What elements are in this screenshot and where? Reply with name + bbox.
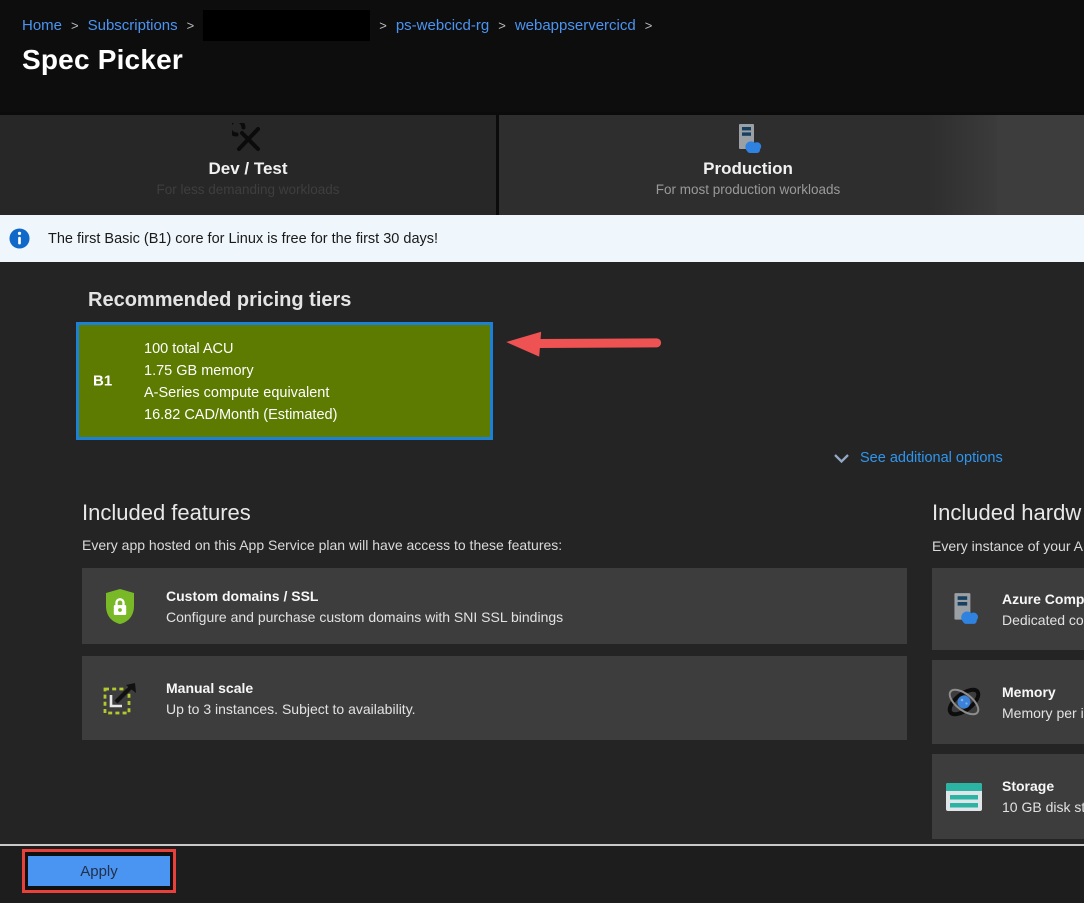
- see-additional-options-label: See additional options: [860, 450, 1003, 466]
- feature-description: Configure and purchase custom domains wi…: [166, 609, 563, 625]
- breadcrumb-redacted-subscription[interactable]: [203, 10, 370, 41]
- feature-card-custom-domains: Custom domains / SSL Configure and purch…: [82, 568, 907, 644]
- plan-category-tabs: Dev / Test For less demanding workloads …: [0, 112, 1084, 215]
- tab-production[interactable]: Production For most production workloads: [499, 115, 997, 215]
- tier-details: 100 total ACU 1.75 GB memory A-Series co…: [144, 338, 337, 426]
- portal-header: Home > Subscriptions > > ps-webcicd-rg >…: [0, 0, 1084, 112]
- feature-title: Custom domains / SSL: [166, 588, 563, 604]
- hardware-title: Storage: [1002, 778, 1084, 794]
- storage-disk-icon: [942, 782, 986, 812]
- info-icon: [9, 228, 30, 254]
- included-hardware-heading: Included hardw: [932, 500, 1081, 526]
- tab-partial-next[interactable]: [997, 115, 1084, 215]
- tab-label: Dev / Test: [208, 159, 287, 179]
- server-cloud-icon: [942, 592, 986, 626]
- hardware-description: 10 GB disk sto: [1002, 799, 1084, 815]
- recommended-tiers-heading: Recommended pricing tiers: [88, 289, 351, 312]
- breadcrumb: Home > Subscriptions > > ps-webcicd-rg >…: [22, 8, 652, 42]
- tier-detail-line: 100 total ACU: [144, 338, 337, 360]
- breadcrumb-resource-group[interactable]: ps-webcicd-rg: [396, 17, 489, 34]
- annotation-box: Apply: [22, 849, 176, 893]
- chevron-down-icon: [833, 453, 850, 464]
- spec-picker-screen: Home > Subscriptions > > ps-webcicd-rg >…: [0, 0, 1084, 903]
- hardware-title: Memory: [1002, 684, 1084, 700]
- hardware-description: Memory per i: [1002, 705, 1084, 721]
- shield-lock-icon: [98, 588, 142, 625]
- included-features-subtitle: Every app hosted on this App Service pla…: [82, 537, 562, 553]
- atom-icon: [942, 680, 986, 724]
- included-hardware-subtitle: Every instance of your A: [932, 538, 1083, 554]
- hardware-card-compute: Azure Compu Dedicated co: [932, 568, 1084, 650]
- server-cloud-icon: [734, 123, 762, 155]
- tier-detail-line: 1.75 GB memory: [144, 360, 337, 382]
- feature-card-manual-scale: Manual scale Up to 3 instances. Subject …: [82, 656, 907, 740]
- hardware-title: Azure Compu: [1002, 591, 1084, 607]
- hardware-card-memory: Memory Memory per i: [932, 660, 1084, 744]
- included-features-heading: Included features: [82, 500, 251, 526]
- tab-label: Production: [703, 159, 793, 179]
- breadcrumb-chevron-icon: >: [71, 18, 79, 33]
- annotation-arrow-icon: [497, 319, 668, 376]
- page-title: Spec Picker: [22, 44, 183, 76]
- tab-subtitle: For less demanding workloads: [156, 182, 339, 197]
- breadcrumb-app-service-plan[interactable]: webappservercicd: [515, 17, 636, 34]
- see-additional-options-link[interactable]: See additional options: [833, 450, 1003, 466]
- info-banner: The first Basic (B1) core for Linux is f…: [0, 215, 1084, 262]
- tab-subtitle: For most production workloads: [656, 182, 841, 197]
- banner-message: The first Basic (B1) core for Linux is f…: [48, 231, 438, 247]
- tier-detail-line: A-Series compute equivalent: [144, 382, 337, 404]
- manual-scale-icon: [98, 679, 142, 717]
- feature-description: Up to 3 instances. Subject to availabili…: [166, 701, 416, 717]
- breadcrumb-chevron-icon: >: [645, 18, 653, 33]
- feature-title: Manual scale: [166, 680, 416, 696]
- tier-code: B1: [93, 373, 112, 390]
- breadcrumb-subscriptions[interactable]: Subscriptions: [88, 17, 178, 34]
- apply-button[interactable]: Apply: [28, 856, 170, 886]
- breadcrumb-home[interactable]: Home: [22, 17, 62, 34]
- tier-detail-line: 16.82 CAD/Month (Estimated): [144, 404, 337, 426]
- tier-card-b1[interactable]: B1 100 total ACU 1.75 GB memory A-Series…: [76, 322, 493, 440]
- tab-dev-test[interactable]: Dev / Test For less demanding workloads: [0, 115, 496, 215]
- hardware-description: Dedicated co: [1002, 612, 1084, 628]
- breadcrumb-chevron-icon: >: [379, 18, 387, 33]
- wrench-screwdriver-icon: [232, 123, 264, 155]
- breadcrumb-chevron-icon: >: [498, 18, 506, 33]
- breadcrumb-chevron-icon: >: [187, 18, 195, 33]
- hardware-card-storage: Storage 10 GB disk sto: [932, 754, 1084, 839]
